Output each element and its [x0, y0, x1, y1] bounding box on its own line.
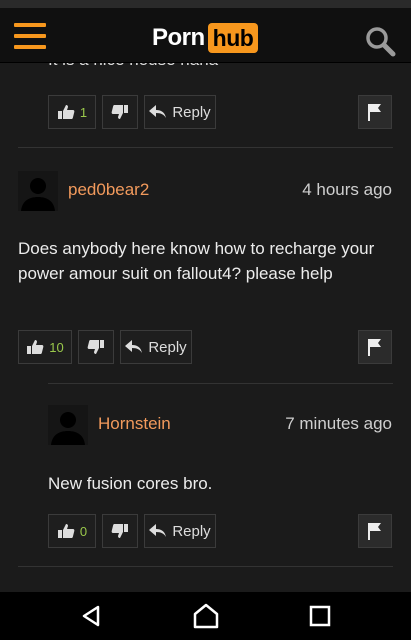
reply-button[interactable]: Reply: [144, 514, 216, 548]
like-count: 0: [79, 523, 88, 539]
logo-badge: hub: [207, 23, 259, 53]
partial-comment-actions: 1 Reply: [48, 95, 216, 129]
divider: [18, 566, 393, 567]
like-button[interactable]: 1: [48, 95, 96, 129]
like-button[interactable]: 0: [48, 514, 96, 548]
thumbs-up-icon: [57, 105, 75, 119]
user-silhouette-icon: [51, 412, 85, 445]
comment-time: 4 hours ago: [302, 180, 392, 199]
reply-arrow-icon: [149, 524, 167, 537]
avatar: [18, 171, 58, 211]
comment-username[interactable]: ped0bear2: [68, 180, 149, 200]
reply-button[interactable]: Reply: [120, 330, 192, 364]
logo-text: Porn: [152, 24, 205, 51]
comment-actions: 0 Reply: [48, 514, 216, 548]
reply-label: Reply: [148, 338, 187, 356]
top-header: Porn hub: [0, 8, 411, 63]
thumbs-up-icon: [27, 340, 44, 354]
comment-time: 7 minutes ago: [285, 414, 392, 433]
thumbs-down-icon: [111, 105, 128, 119]
flag-icon: [368, 104, 381, 121]
like-count: 10: [49, 339, 64, 355]
like-button[interactable]: 10: [18, 330, 72, 364]
comments-area: It is a nice house haha 1 Reply ped0bear…: [0, 0, 411, 640]
flag-button[interactable]: [358, 330, 392, 364]
comment-text: Does anybody here know how to recharge y…: [18, 239, 375, 283]
dislike-button[interactable]: [102, 95, 138, 129]
reply-button[interactable]: Reply: [144, 95, 216, 129]
home-icon[interactable]: [192, 602, 220, 630]
dislike-button[interactable]: [78, 330, 114, 364]
divider: [48, 383, 393, 384]
flag-button[interactable]: [358, 95, 392, 129]
comment-text: New fusion cores bro.: [48, 474, 213, 493]
site-logo[interactable]: Porn hub: [152, 23, 259, 53]
search-icon[interactable]: [364, 25, 396, 57]
thumbs-down-icon: [87, 340, 104, 354]
thumbs-down-icon: [111, 524, 128, 538]
reply-arrow-icon: [125, 340, 143, 353]
comment-actions: 10 Reply: [18, 330, 192, 364]
reply-label: Reply: [172, 522, 211, 540]
back-icon[interactable]: [78, 602, 106, 630]
thumbs-up-icon: [57, 524, 75, 538]
recent-apps-icon[interactable]: [306, 602, 334, 630]
flag-button[interactable]: [358, 514, 392, 548]
flag-icon: [368, 523, 381, 540]
reply-label: Reply: [172, 103, 211, 121]
flag-icon: [368, 339, 381, 356]
dislike-button[interactable]: [102, 514, 138, 548]
like-count: 1: [79, 104, 88, 120]
user-silhouette-icon: [21, 178, 55, 211]
avatar: [48, 405, 88, 445]
system-navigation-bar: [0, 592, 411, 640]
divider: [18, 147, 393, 148]
reply-arrow-icon: [149, 105, 167, 118]
comment-username[interactable]: Hornstein: [98, 414, 171, 434]
hamburger-menu-icon[interactable]: [14, 23, 46, 49]
